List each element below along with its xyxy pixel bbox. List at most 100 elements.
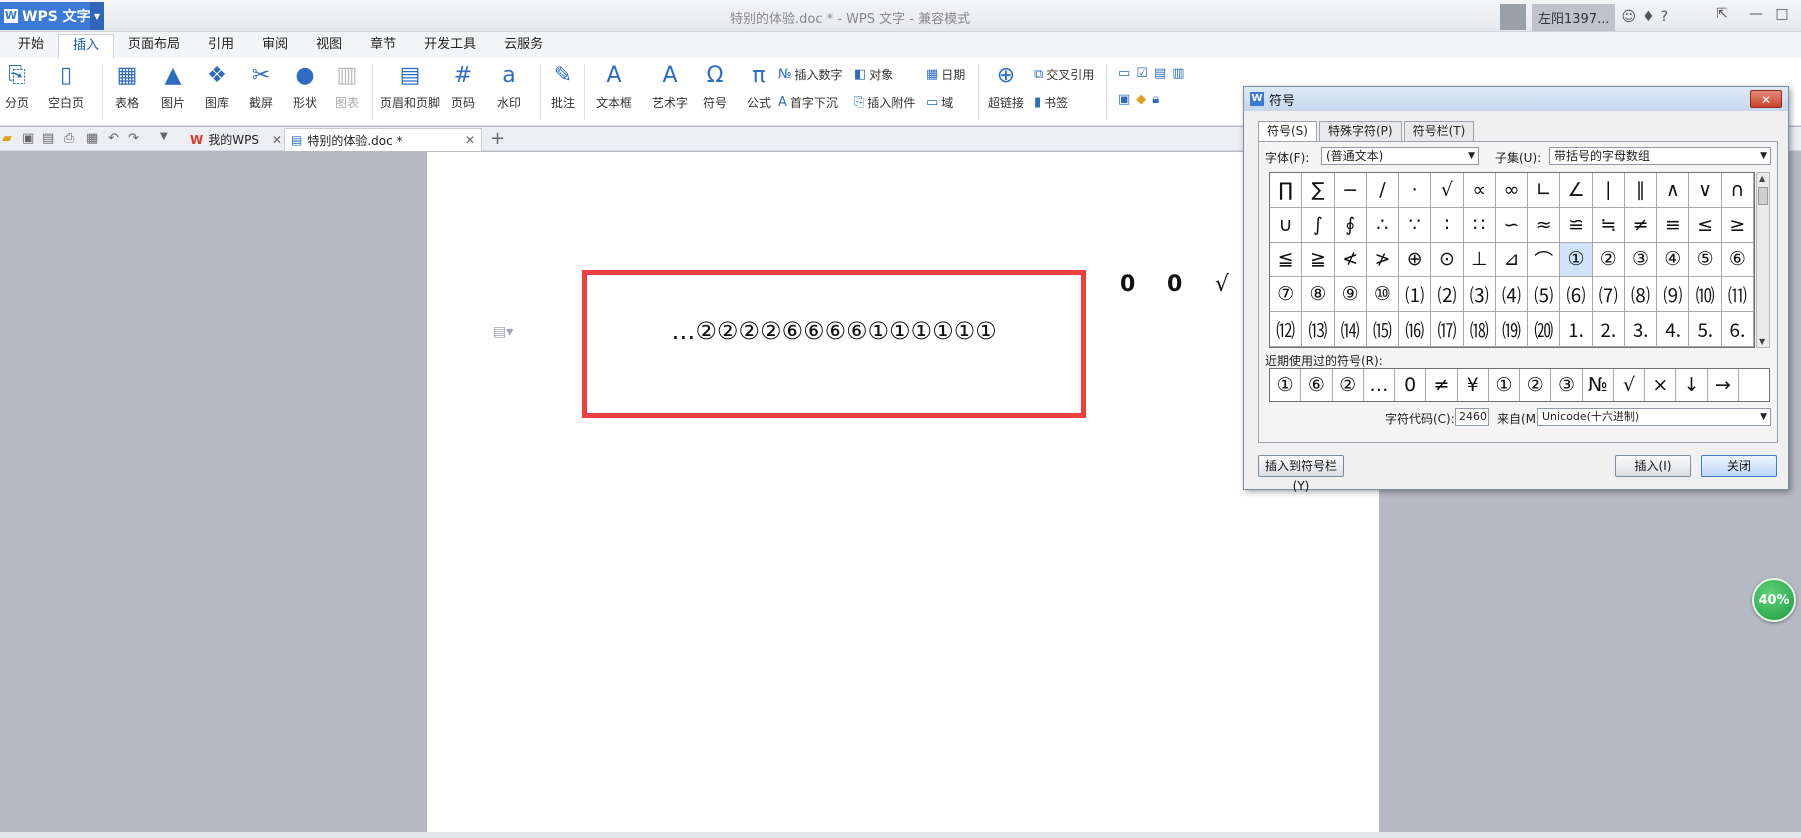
document-content[interactable]: …②②②②⑥⑥⑥⑥①①①①①① — [587, 317, 1081, 345]
symbol-cell[interactable]: ① — [1560, 242, 1593, 278]
symbol-cell[interactable]: ∨ — [1689, 173, 1722, 208]
symbol-cell[interactable]: ∥ — [1624, 173, 1658, 208]
export-pdf-icon[interactable]: ▤ — [42, 131, 54, 146]
scroll-thumb[interactable] — [1758, 187, 1768, 205]
symbol-cell[interactable]: ∴ — [1366, 207, 1400, 243]
bookmark-button[interactable]: ▮ 书签 — [1034, 94, 1068, 111]
symbol-cell[interactable]: ⑵ — [1431, 277, 1464, 313]
symbol-cell[interactable]: ⑨ — [1334, 277, 1367, 313]
close-icon[interactable]: ✕ — [465, 133, 475, 147]
form-icon[interactable]: ▥ — [1172, 66, 1184, 81]
symbol-cell[interactable]: ⒉ — [1592, 312, 1625, 347]
hyperlink-button[interactable]: ⊕ 超链接 — [988, 62, 1024, 111]
formula-button[interactable]: π 公式 — [746, 62, 772, 111]
symbol-cell[interactable]: ∷ — [1463, 207, 1496, 243]
insert-number-button[interactable]: № 插入数字 — [778, 66, 843, 83]
help-icon[interactable]: ? — [1661, 9, 1668, 25]
symbol-cell[interactable]: ⑧ — [1302, 277, 1335, 313]
symbol-cell[interactable]: ⒂ — [1366, 312, 1400, 347]
textbox-button[interactable]: A 文本框 — [596, 62, 632, 111]
new-tab-icon[interactable]: + — [490, 128, 505, 149]
eraser-icon[interactable]: ◆ — [1136, 92, 1146, 107]
scroll-down-icon[interactable]: ▼ — [1759, 337, 1765, 346]
chevron-down-icon[interactable]: ▼ — [90, 2, 104, 30]
recent-symbol-cell[interactable]: √ — [1614, 369, 1646, 401]
symbol-cell[interactable]: ⒊ — [1624, 312, 1658, 347]
tab-sections[interactable]: 章节 — [356, 34, 410, 58]
document-page[interactable]: ▤▾ …②②②②⑥⑥⑥⑥①①①①①① 0 0 √ — [427, 152, 1379, 832]
symbol-button[interactable]: Ω 符号 — [702, 62, 728, 111]
symbol-cell[interactable]: ∝ — [1463, 173, 1496, 208]
symbol-cell[interactable]: ≈ — [1528, 207, 1561, 243]
symbol-cell[interactable]: ⑹ — [1560, 277, 1593, 313]
recent-symbol-cell[interactable]: ② — [1520, 369, 1552, 401]
symbol-cell[interactable]: ≮ — [1334, 242, 1367, 278]
symbol-cell[interactable]: ⑶ — [1463, 277, 1496, 313]
tab-view[interactable]: 视图 — [302, 34, 356, 58]
symbol-cell[interactable]: ⑼ — [1657, 277, 1690, 313]
symbol-cell[interactable]: ⑸ — [1528, 277, 1561, 313]
tab-page-layout[interactable]: 页面布局 — [114, 34, 194, 58]
symbol-cell[interactable]: ∫ — [1302, 207, 1335, 243]
tab-cloud[interactable]: 云服务 — [490, 34, 557, 58]
symbol-cell[interactable]: ⑷ — [1495, 277, 1529, 313]
tab-references[interactable]: 引用 — [194, 34, 248, 58]
object-button[interactable]: ◧ 对象 — [854, 66, 893, 83]
chevron-down-icon[interactable]: ▼ — [160, 131, 168, 142]
maximize-icon[interactable]: □ — [1772, 6, 1792, 26]
shape-button[interactable]: ● 形状 — [292, 62, 318, 111]
symbol-cell[interactable]: ⑤ — [1689, 242, 1722, 278]
recent-symbol-cell[interactable]: ⑥ — [1301, 369, 1333, 401]
symbol-cell[interactable]: ∞ — [1495, 173, 1529, 208]
recent-symbol-cell[interactable]: ② — [1333, 369, 1364, 401]
performance-badge[interactable]: 40% — [1752, 578, 1796, 622]
dialog-close-icon[interactable]: ✕ — [1750, 90, 1782, 108]
symbol-cell[interactable]: ⒄ — [1431, 312, 1464, 347]
symbol-cell[interactable]: ∮ — [1334, 207, 1367, 243]
save-icon[interactable]: ▣ — [22, 131, 34, 146]
field-button[interactable]: ▭ 域 — [926, 94, 953, 111]
page-break-button[interactable]: ⎘ 分页 — [4, 62, 30, 111]
symbol-cell[interactable]: ⊿ — [1495, 242, 1529, 278]
symbol-cell[interactable]: ∣ — [1592, 173, 1625, 208]
picture-button[interactable]: ▲ 图片 — [160, 62, 186, 111]
symbol-cell[interactable]: ≧ — [1302, 242, 1335, 278]
symbol-cell[interactable]: ⑻ — [1624, 277, 1658, 313]
symbol-cell[interactable]: ⒌ — [1689, 312, 1722, 347]
checkbox-icon[interactable]: ☑ — [1136, 66, 1148, 81]
symbol-cell[interactable]: ⒃ — [1399, 312, 1432, 347]
symbol-cell[interactable]: ⑾ — [1721, 277, 1754, 313]
recent-symbol-cell[interactable]: ① — [1489, 369, 1521, 401]
close-button[interactable]: 关闭 — [1701, 455, 1777, 477]
open-folder-icon[interactable]: ▰ — [2, 131, 12, 146]
symbol-cell[interactable]: ⒇ — [1528, 312, 1561, 347]
undo-icon[interactable]: ↶ — [108, 131, 119, 146]
symbol-cell[interactable]: ④ — [1657, 242, 1690, 278]
symbol-cell[interactable]: ∩ — [1721, 173, 1754, 208]
symbol-cell[interactable]: ∏ — [1270, 173, 1303, 208]
redo-icon[interactable]: ↷ — [128, 131, 139, 146]
recent-symbol-cell[interactable]: … — [1364, 369, 1396, 401]
recent-symbol-cell[interactable]: → — [1708, 369, 1739, 401]
cross-ref-button[interactable]: ⧉ 交叉引用 — [1034, 66, 1094, 83]
app-menu-button[interactable]: W WPS 文字 ▼ — [0, 2, 104, 30]
subset-select[interactable]: 带括号的字母数组 ▼ — [1549, 147, 1771, 165]
page-number-button[interactable]: # 页码 — [450, 62, 476, 111]
date-button[interactable]: ▦ 日期 — [926, 66, 965, 83]
symbol-cell[interactable]: ∧ — [1657, 173, 1690, 208]
recent-symbol-cell[interactable]: ¥ — [1458, 369, 1489, 401]
table-button[interactable]: ▦ 表格 — [114, 62, 140, 111]
tab-home[interactable]: 开始 — [4, 34, 58, 58]
symbol-cell[interactable]: ⊙ — [1431, 242, 1464, 278]
print-icon[interactable]: ⎙ — [64, 131, 74, 146]
symbol-cell[interactable]: ⑽ — [1689, 277, 1722, 313]
scroll-up-icon[interactable]: ▲ — [1759, 174, 1765, 183]
header-footer-button[interactable]: ▤ 页眉和页脚 — [380, 62, 440, 111]
paragraph-options-icon[interactable]: ▤▾ — [493, 324, 513, 340]
symbol-cell[interactable]: ⌒ — [1528, 242, 1561, 278]
shirt-icon[interactable]: ♦ — [1642, 9, 1655, 25]
recent-symbol-cell[interactable]: ① — [1270, 369, 1302, 401]
symbol-cell[interactable]: ⊕ — [1399, 242, 1432, 278]
symbol-cell[interactable]: ⒍ — [1721, 312, 1754, 347]
symbol-cell[interactable]: ⑴ — [1399, 277, 1432, 313]
